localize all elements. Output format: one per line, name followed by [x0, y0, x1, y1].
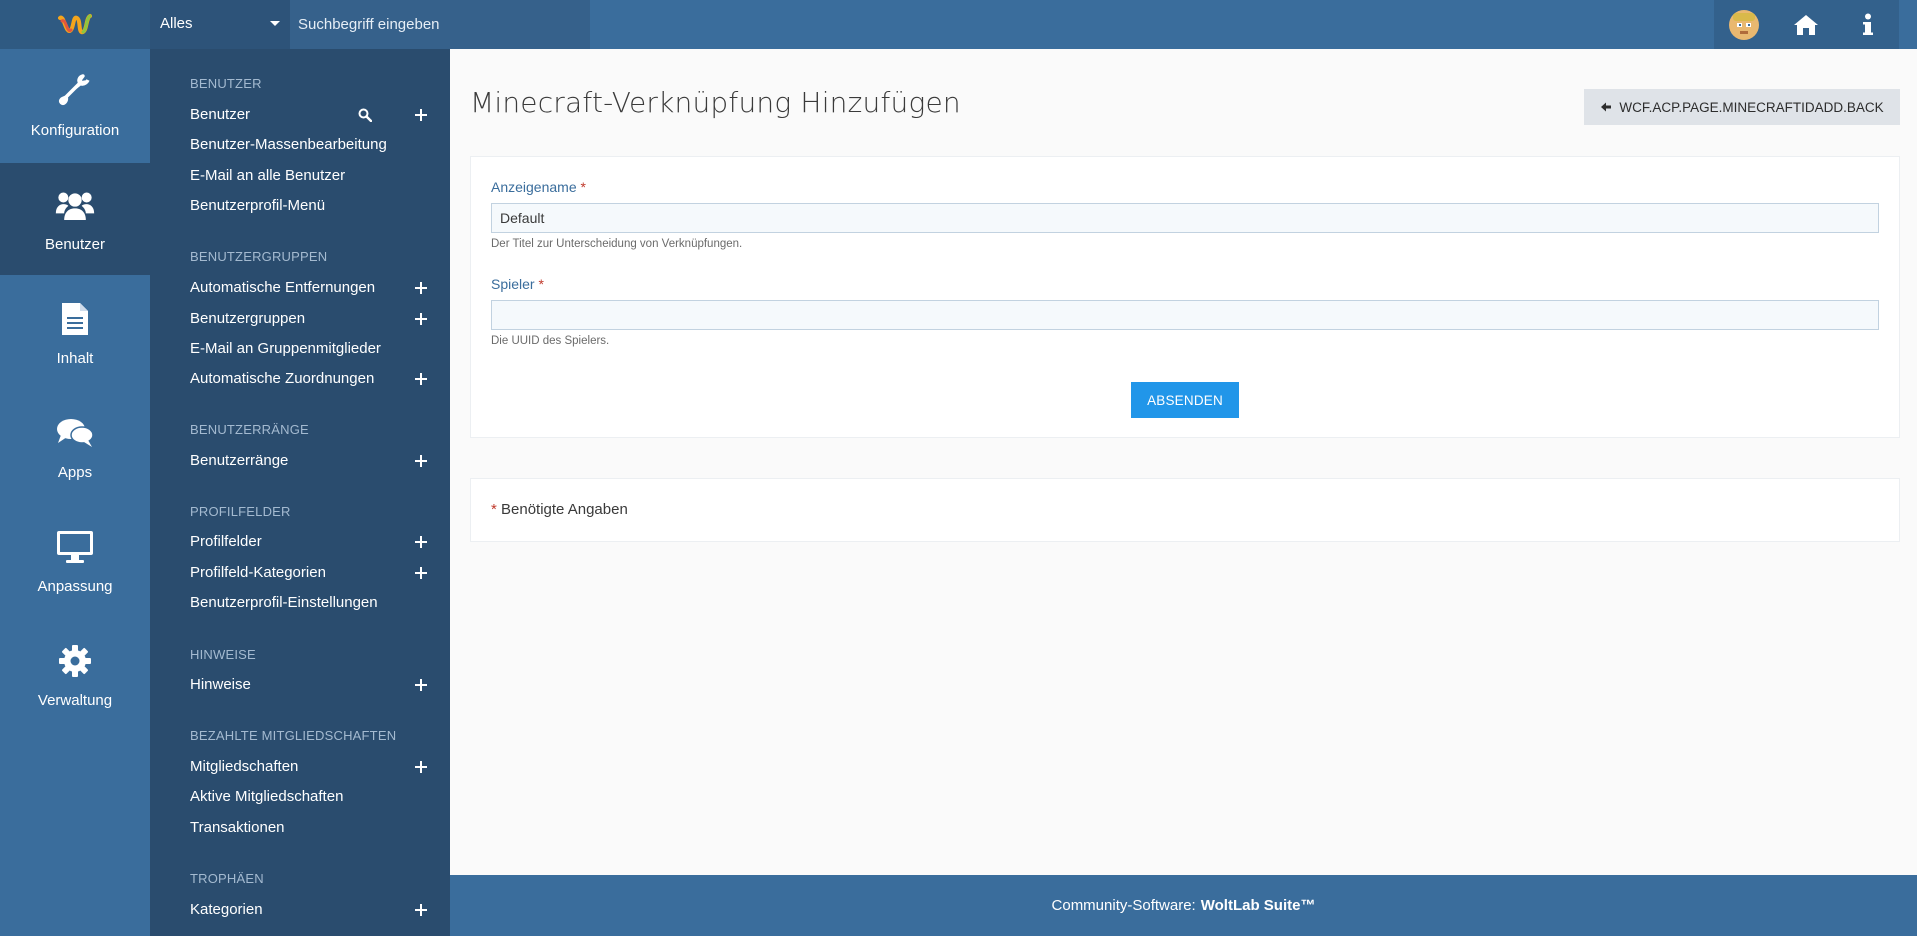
add-profilfeld-icon[interactable]	[415, 536, 427, 548]
required-note: * Benötigte Angaben	[491, 501, 628, 518]
submenu-item-benutzergruppen[interactable]: Benutzergruppen	[190, 310, 305, 327]
document-icon	[55, 299, 95, 339]
add-profilfeld-kategorie-icon[interactable]	[415, 567, 427, 579]
avatar-icon	[1729, 9, 1759, 40]
submenu-section-title: Benutzergruppen	[190, 249, 328, 264]
submenu-item-transaktionen[interactable]: Transaktionen	[190, 819, 285, 836]
arrow-left-icon	[1601, 102, 1612, 112]
sidebar-item-label: Konfiguration	[30, 122, 120, 139]
submenu-section-title: Hinweise	[190, 647, 256, 662]
add-auto-entfernung-icon[interactable]	[415, 282, 427, 294]
form-section: Anzeigename * Der Titel zur Unterscheidu…	[470, 156, 1900, 438]
submenu-item-kategorien[interactable]: Kategorien	[190, 901, 263, 918]
submenu-section-title: Profilfelder	[190, 504, 291, 519]
footer-brand-link[interactable]: WoltLab Suite™	[1201, 897, 1316, 914]
logo-icon	[58, 13, 92, 34]
submenu-item-hinweise[interactable]: Hinweise	[190, 676, 251, 693]
comments-icon	[55, 413, 95, 453]
required-marker: *	[491, 501, 497, 518]
home-button[interactable]	[1776, 0, 1836, 49]
sidebar-item-label: Inhalt	[56, 350, 94, 367]
sidebar-item-benutzer[interactable]: Benutzer	[0, 163, 150, 275]
submenu-item-profil-einstellungen[interactable]: Benutzerprofil-Einstellungen	[190, 594, 378, 611]
footer-prefix: Community-Software:	[1051, 897, 1196, 914]
add-auto-zuordnung-icon[interactable]	[415, 373, 427, 385]
add-mitgliedschaft-icon[interactable]	[415, 761, 427, 773]
submenu-item-auto-zuordnungen[interactable]: Automatische Zuordnungen	[190, 370, 374, 387]
submit-button[interactable]: ABSENDEN	[1131, 382, 1239, 418]
back-button-label: WCF.ACP.PAGE.MINECRAFTIDADD.BACK	[1619, 99, 1884, 115]
player-label-text: Spieler	[491, 276, 535, 292]
footer: Community-Software: WoltLab Suite™	[450, 875, 1917, 936]
sidebar-item-label: Verwaltung	[37, 692, 113, 709]
info-icon	[1863, 13, 1873, 35]
sidebar-item-apps[interactable]: Apps	[0, 391, 150, 503]
sidebar-item-verwaltung[interactable]: Verwaltung	[0, 619, 150, 731]
sidebar-item-label: Anpassung	[37, 578, 113, 595]
user-avatar[interactable]	[1714, 0, 1774, 49]
submenu-item-profilfelder[interactable]: Profilfelder	[190, 533, 262, 550]
sidebar-item-anpassung[interactable]: Anpassung	[0, 505, 150, 617]
name-field-label: Anzeigename *	[491, 179, 586, 195]
submenu-section-title: Benutzerränge	[190, 422, 309, 437]
back-button[interactable]: WCF.ACP.PAGE.MINECRAFTIDADD.BACK	[1584, 89, 1900, 125]
info-button[interactable]	[1838, 0, 1898, 49]
required-marker: *	[580, 179, 586, 195]
submenu-item-profil-menue[interactable]: Benutzerprofil-Menü	[190, 197, 325, 214]
search-input[interactable]	[290, 0, 590, 49]
top-header: Alles	[0, 0, 1917, 49]
page-title: Minecraft-Verknüpfung Hinzufügen	[470, 86, 961, 119]
required-note-text: Benötigte Angaben	[501, 501, 628, 518]
add-benutzerrang-icon[interactable]	[415, 455, 427, 467]
home-icon	[1794, 14, 1818, 35]
sidebar-item-inhalt[interactable]: Inhalt	[0, 277, 150, 389]
monitor-icon	[55, 527, 95, 567]
sidebar-item-label: Benutzer	[44, 236, 106, 253]
submenu-item-benutzerraenge[interactable]: Benutzerränge	[190, 452, 288, 469]
submenu-section-title: Benutzer	[190, 76, 262, 91]
name-label-text: Anzeigename	[491, 179, 577, 195]
sidebar-item-konfiguration[interactable]: Konfiguration	[0, 49, 150, 161]
add-benutzer-icon[interactable]	[415, 109, 427, 121]
submenu-item-mitgliedschaften[interactable]: Mitgliedschaften	[190, 758, 298, 775]
add-kategorie-icon[interactable]	[415, 904, 427, 916]
submenu-item-email-gruppen[interactable]: E-Mail an Gruppenmitglieder	[190, 340, 381, 357]
submenu-item-aktive-mitgliedschaften[interactable]: Aktive Mitgliedschaften	[190, 788, 343, 805]
name-field-help: Der Titel zur Unterscheidung von Verknüp…	[491, 238, 743, 250]
name-input[interactable]	[491, 203, 1879, 233]
woltlab-logo[interactable]	[0, 0, 150, 49]
sidebar-item-label: Apps	[57, 464, 93, 481]
submenu-item-massenbearbeitung[interactable]: Benutzer-Massenbearbeitung	[190, 136, 387, 153]
add-benutzergruppe-icon[interactable]	[415, 313, 427, 325]
required-marker: *	[538, 276, 544, 292]
wrench-icon	[55, 71, 95, 111]
caret-down-icon	[270, 21, 280, 26]
submenu-item-email-alle[interactable]: E-Mail an alle Benutzer	[190, 167, 345, 184]
search-scope-label: Alles	[160, 15, 193, 32]
player-field-help: Die UUID des Spielers.	[491, 335, 610, 347]
search-scope-select[interactable]: Alles	[150, 0, 290, 49]
main-menu-sidebar: Konfiguration Benutzer Inhalt Apps Anpas…	[0, 49, 150, 936]
users-icon	[55, 185, 95, 225]
player-field-label: Spieler *	[491, 276, 544, 292]
submenu-section-title: Trophäen	[190, 871, 264, 886]
header-actions	[1714, 0, 1899, 49]
gear-icon	[55, 641, 95, 681]
submenu-item-profilfeld-kategorien[interactable]: Profilfeld-Kategorien	[190, 564, 326, 581]
player-uuid-input[interactable]	[491, 300, 1879, 330]
submenu-panel: Benutzer Benutzer Benutzer-Massenbearbei…	[150, 49, 450, 936]
submenu-item-auto-entfernungen[interactable]: Automatische Entfernungen	[190, 279, 375, 296]
search-icon[interactable]	[358, 108, 373, 123]
add-hinweis-icon[interactable]	[415, 679, 427, 691]
required-info-section: * Benötigte Angaben	[470, 478, 1900, 542]
submenu-section-title: Bezahlte Mitgliedschaften	[190, 728, 397, 743]
submenu-item-benutzer[interactable]: Benutzer	[190, 106, 250, 123]
